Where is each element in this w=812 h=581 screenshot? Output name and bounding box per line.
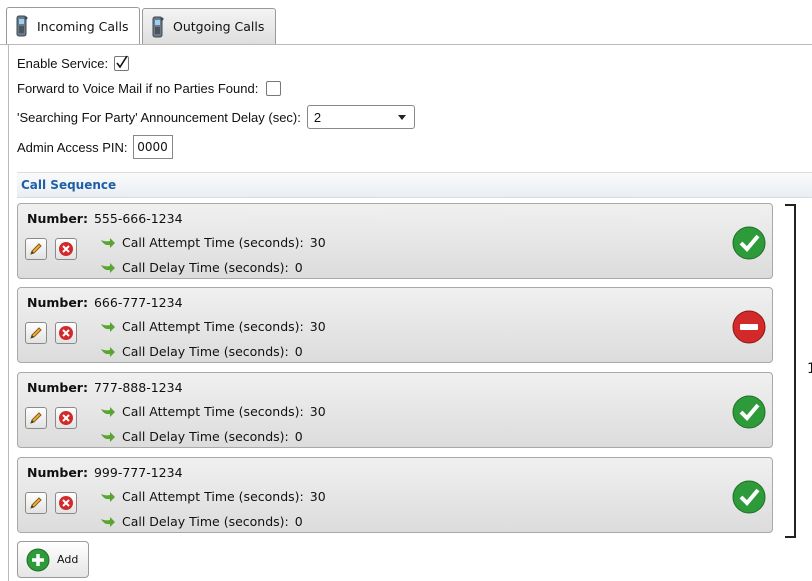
call-delay-line: Call Delay Time (seconds): 0 <box>100 514 303 529</box>
call-delay-line: Call Delay Time (seconds): 0 <box>100 260 303 275</box>
pencil-icon <box>30 412 42 424</box>
pencil-icon <box>30 327 42 339</box>
green-arrow-icon <box>100 516 116 528</box>
tab-outgoing-calls[interactable]: Outgoing Calls <box>142 8 276 44</box>
forward-voicemail-label: Forward to Voice Mail if no Parties Foun… <box>17 81 259 96</box>
enable-service-checkbox[interactable] <box>114 55 130 71</box>
call-sequence-item: Number: 555-666-1234 Call Attempt Time (s… <box>17 203 773 279</box>
number-label: Number: <box>27 380 88 395</box>
call-delay-label: Call Delay Time (seconds): <box>122 260 289 275</box>
call-sequence-item: Number: 777-888-1234 Call Attempt Time (s… <box>17 372 773 448</box>
forward-voicemail-checkbox[interactable] <box>266 81 282 96</box>
call-delay-value: 0 <box>294 260 303 275</box>
no-entry-icon[interactable] <box>732 310 766 344</box>
pencil-icon <box>30 497 42 509</box>
delete-button[interactable] <box>55 322 77 344</box>
pencil-icon <box>30 243 42 255</box>
check-icon[interactable] <box>732 226 766 260</box>
checkmark-icon <box>116 55 128 69</box>
number-label: Number: <box>27 295 88 310</box>
call-delay-label: Call Delay Time (seconds): <box>122 344 289 359</box>
call-attempt-value: 30 <box>309 235 326 250</box>
number-value: 555-666-1234 <box>93 211 183 226</box>
number-value: 777-888-1234 <box>93 380 183 395</box>
call-attempt-line: Call Attempt Time (seconds): 30 <box>100 489 326 504</box>
announcement-delay-value: 2 <box>313 109 322 125</box>
number-label: Number: <box>27 465 88 480</box>
add-button-label: Add <box>57 553 79 566</box>
green-arrow-icon <box>100 431 116 443</box>
number-value: 999-777-1234 <box>93 465 183 480</box>
call-delay-label: Call Delay Time (seconds): <box>122 429 289 444</box>
call-sequence-header: Call Sequence <box>17 172 812 198</box>
forward-voicemail-row: Forward to Voice Mail if no Parties Foun… <box>17 81 282 96</box>
delete-button[interactable] <box>55 407 77 429</box>
green-arrow-icon <box>100 262 116 274</box>
green-arrow-icon <box>100 237 116 249</box>
call-sequence-item: Number: 999-777-1234 Call Attempt Time (s… <box>17 457 773 533</box>
number-row: Number: 999-777-1234 <box>27 465 183 480</box>
delete-icon <box>59 326 73 340</box>
call-attempt-line: Call Attempt Time (seconds): 30 <box>100 404 326 419</box>
call-sequence-title: Call Sequence <box>21 178 117 192</box>
call-attempt-value: 30 <box>309 404 326 419</box>
delete-button[interactable] <box>55 492 77 514</box>
call-attempt-line: Call Attempt Time (seconds): 30 <box>100 235 326 250</box>
tab-bar: Incoming Calls Outgoing Calls <box>0 0 812 45</box>
sequence-group-bracket <box>785 204 796 538</box>
announcement-delay-row: 'Searching For Party' Announcement Delay… <box>17 105 415 129</box>
call-attempt-label: Call Attempt Time (seconds): <box>122 319 304 334</box>
call-attempt-line: Call Attempt Time (seconds): 30 <box>100 319 326 334</box>
edit-button[interactable] <box>25 322 47 344</box>
dropdown-arrow-icon <box>397 115 406 120</box>
sequence-group-label: 1 <box>807 361 812 377</box>
call-delay-value: 0 <box>294 429 303 444</box>
phone-icon <box>15 14 29 38</box>
check-icon[interactable] <box>732 480 766 514</box>
call-delay-value: 0 <box>294 344 303 359</box>
call-delay-value: 0 <box>294 514 303 529</box>
call-attempt-value: 30 <box>309 319 326 334</box>
call-attempt-value: 30 <box>309 489 326 504</box>
delete-icon <box>59 411 73 425</box>
admin-pin-row: Admin Access PIN: 0000 <box>17 135 173 159</box>
green-arrow-icon <box>100 346 116 358</box>
number-row: Number: 777-888-1234 <box>27 380 183 395</box>
add-icon <box>26 548 50 571</box>
call-delay-line: Call Delay Time (seconds): 0 <box>100 429 303 444</box>
tab-label: Incoming Calls <box>37 18 129 34</box>
number-row: Number: 555-666-1234 <box>27 211 183 226</box>
enable-service-row: Enable Service: <box>17 55 130 71</box>
phone-icon <box>151 15 165 39</box>
green-arrow-icon <box>100 321 116 333</box>
call-delay-line: Call Delay Time (seconds): 0 <box>100 344 303 359</box>
edit-button[interactable] <box>25 238 47 260</box>
green-arrow-icon <box>100 406 116 418</box>
admin-pin-input[interactable]: 0000 <box>132 135 173 159</box>
number-value: 666-777-1234 <box>93 295 183 310</box>
tab-incoming-calls[interactable]: Incoming Calls <box>6 7 140 44</box>
delete-button[interactable] <box>55 238 77 260</box>
call-attempt-label: Call Attempt Time (seconds): <box>122 404 304 419</box>
announcement-delay-select[interactable]: 2 <box>306 105 415 129</box>
add-button[interactable]: Add <box>17 541 89 578</box>
green-arrow-icon <box>100 491 116 503</box>
announcement-delay-label: 'Searching For Party' Announcement Delay… <box>17 109 301 125</box>
delete-icon <box>59 496 73 510</box>
number-row: Number: 666-777-1234 <box>27 295 183 310</box>
number-label: Number: <box>27 211 88 226</box>
call-attempt-label: Call Attempt Time (seconds): <box>122 489 304 504</box>
tab-label: Outgoing Calls <box>173 19 265 34</box>
call-attempt-label: Call Attempt Time (seconds): <box>122 235 304 250</box>
incoming-calls-panel: Enable Service: Forward to Voice Mail if… <box>8 44 812 581</box>
check-icon[interactable] <box>732 395 766 429</box>
admin-pin-label: Admin Access PIN: <box>17 139 128 155</box>
call-delay-label: Call Delay Time (seconds): <box>122 514 289 529</box>
delete-icon <box>59 242 73 256</box>
call-sequence-item: Number: 666-777-1234 Call Attempt Time (s… <box>17 287 773 363</box>
enable-service-label: Enable Service: <box>17 56 109 71</box>
edit-button[interactable] <box>25 492 47 514</box>
edit-button[interactable] <box>25 407 47 429</box>
